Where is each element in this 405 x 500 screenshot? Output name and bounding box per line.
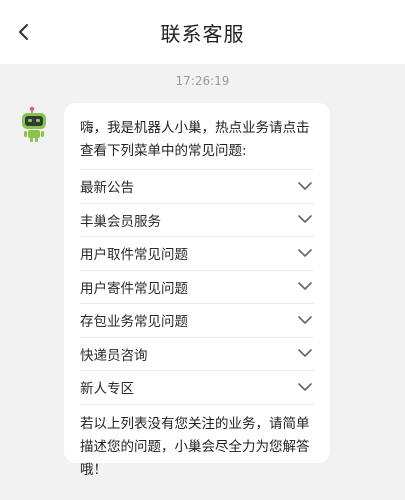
chevron-down-icon (298, 213, 312, 227)
bot-message-bubble: 嗨，我是机器人小巢，热点业务请点击查看下列菜单中的常见问题: 最新公告 丰巢会员… (64, 103, 330, 478)
chevron-down-icon (298, 179, 312, 193)
faq-item-announcements[interactable]: 最新公告 (80, 169, 314, 203)
faq-item-courier[interactable]: 快递员咨询 (80, 336, 314, 371)
header-bar: 联系客服 (0, 0, 405, 64)
faq-item-label: 快递员咨询 (80, 347, 148, 364)
faq-item-label: 丰巢会员服务 (80, 213, 161, 230)
chevron-down-icon (298, 280, 312, 294)
chevron-left-icon (19, 24, 28, 40)
chevron-down-icon (298, 246, 312, 260)
faq-item-label: 最新公告 (80, 180, 134, 197)
faq-item-label: 用户取件常见问题 (80, 247, 188, 264)
faq-item-label: 存包业务常见问题 (80, 314, 188, 331)
faq-item-newcomer[interactable]: 新人专区 (80, 370, 314, 404)
faq-item-membership[interactable]: 丰巢会员服务 (80, 202, 314, 237)
page-title: 联系客服 (160, 21, 245, 46)
chevron-down-icon (298, 380, 312, 394)
back-button[interactable] (8, 14, 40, 50)
faq-item-label: 新人专区 (80, 381, 134, 398)
faq-item-storage[interactable]: 存包业务常见问题 (80, 303, 314, 337)
message-intro: 嗨，我是机器人小巢，热点业务请点击查看下列菜单中的常见问题: (80, 120, 310, 159)
chevron-down-icon (298, 347, 312, 361)
message-timestamp: 17:26:19 (175, 74, 230, 88)
faq-item-sending[interactable]: 用户寄件常见问题 (80, 269, 314, 304)
chevron-down-icon (298, 313, 312, 327)
faq-menu: 最新公告 丰巢会员服务 用户取件常见问题 用户寄件常见问题 存包业务常见问题 快… (80, 169, 314, 404)
message-outro: 若以上列表没有您关注的业务，请简单描述您的问题，小巢会尽全力为您解答哦！ (80, 403, 314, 482)
faq-item-pickup[interactable]: 用户取件常见问题 (80, 236, 314, 270)
robot-avatar (20, 106, 50, 142)
faq-item-label: 用户寄件常见问题 (80, 280, 188, 297)
